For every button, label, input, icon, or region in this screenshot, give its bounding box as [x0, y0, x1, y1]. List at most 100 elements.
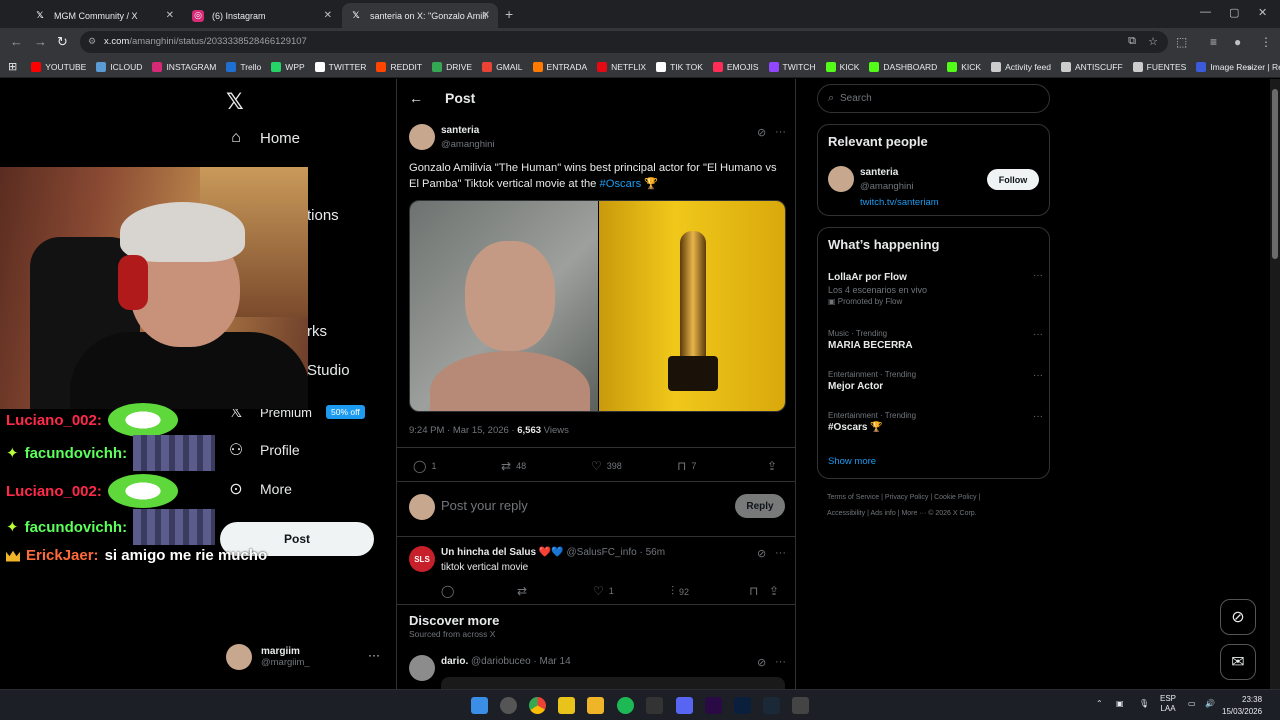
reply-author[interactable]: Un hincha del Salus ❤️💙 @SalusFC_info · …	[441, 547, 665, 558]
messages-fab-button[interactable]: ✉	[1220, 644, 1256, 680]
nav-creator-studio[interactable]: Studio	[307, 362, 350, 379]
profile-avatar-icon[interactable]: ●	[1234, 35, 1241, 49]
more-dots-icon[interactable]: ···	[775, 656, 786, 668]
tray-app-icon[interactable]: ▣	[1116, 699, 1124, 708]
post-media[interactable]	[409, 200, 786, 412]
page-scrollbar[interactable]	[1270, 79, 1280, 689]
hashtag-link[interactable]: #Oscars	[600, 178, 642, 190]
bookmark-item[interactable]: FUENTES	[1132, 61, 1186, 72]
app-icon[interactable]	[792, 697, 809, 714]
bookmark-item[interactable]: ANTISCUFF	[1060, 61, 1123, 72]
more-dots-icon[interactable]: ···	[1033, 411, 1043, 422]
bookmark-item[interactable]: INSTAGRAM	[152, 61, 216, 72]
discord-icon[interactable]	[676, 697, 693, 714]
premiere-icon[interactable]	[705, 697, 722, 714]
bookmark-item[interactable]: Trello	[226, 61, 261, 72]
chrome-icon[interactable]	[529, 697, 546, 714]
microphone-icon[interactable]: 🎙	[1139, 699, 1149, 708]
maximize-button[interactable]: ▢	[1229, 6, 1239, 19]
bookmark-item[interactable]: GMAIL	[482, 61, 523, 72]
trend-item[interactable]: LollaAr por Flow Los 4 escenarios en viv…	[828, 270, 1043, 306]
views-action[interactable]: ⫶ 92	[671, 584, 689, 599]
more-dots-icon[interactable]: ···	[1033, 370, 1043, 381]
close-tab-icon[interactable]: ✕	[166, 10, 174, 21]
close-tab-icon[interactable]: ✕	[482, 10, 490, 21]
back-arrow-icon[interactable]: ←	[409, 90, 423, 106]
bookmark-item[interactable]: REDDIT	[376, 61, 422, 72]
steam-icon[interactable]	[763, 697, 780, 714]
bookmark-action[interactable]: ⊓ 7	[677, 459, 696, 473]
cast-icon[interactable]: ⧉	[1128, 35, 1136, 48]
bookmark-item[interactable]: YOUTUBE	[31, 61, 86, 72]
nav-profile[interactable]: ⚇ Profile	[226, 440, 300, 460]
tray-overflow-icon[interactable]: ⌃	[1096, 699, 1103, 708]
apps-icon[interactable]: ⊞	[8, 60, 17, 73]
bookmark-item[interactable]: DRIVE	[432, 61, 472, 72]
bookmark-item[interactable]: DASHBOARD	[869, 61, 937, 72]
bookmark-item[interactable]: KICK	[825, 61, 859, 72]
show-more-link[interactable]: Show more	[828, 456, 876, 467]
file-explorer-icon[interactable]	[587, 697, 604, 714]
bookmark-item[interactable]: TWITCH	[768, 61, 816, 72]
site-info-icon[interactable]: ⚙	[88, 36, 96, 47]
app-icon[interactable]	[646, 697, 663, 714]
start-icon[interactable]	[471, 697, 488, 714]
bookmark-item[interactable]: TIK TOK	[656, 61, 703, 72]
tab-mgm-community[interactable]: 𝕏 MGM Community / X ✕	[26, 3, 182, 28]
search-box[interactable]: ⌕ Search	[817, 84, 1050, 113]
photoshop-icon[interactable]	[734, 697, 751, 714]
share-action[interactable]: ⇪	[769, 584, 784, 598]
account-switcher[interactable]: margiim @margiim_ ···	[226, 644, 386, 670]
bookmarks-overflow-icon[interactable]: »	[1247, 62, 1252, 72]
author-handle[interactable]: @amanghini	[441, 139, 494, 150]
language-indicator[interactable]: ESP LAA	[1160, 694, 1176, 714]
avatar[interactable]: SLS	[409, 546, 435, 572]
reply-button[interactable]: Reply	[735, 494, 785, 518]
bookmark-star-icon[interactable]: ☆	[1148, 35, 1158, 48]
bookmark-item[interactable]: WPP	[271, 61, 305, 72]
bookmark-item[interactable]: EMOJIS	[712, 61, 759, 72]
reload-icon[interactable]: ↻	[57, 34, 68, 50]
media-image-left[interactable]	[410, 201, 598, 411]
trend-item[interactable]: Music · Trending MARIA BECERRA ···	[828, 329, 1043, 351]
bookmark-item[interactable]: KICK	[947, 61, 981, 72]
repost-action[interactable]: ⇄	[517, 584, 532, 598]
bookmark-item[interactable]: Image Resizer | Resi...	[1196, 61, 1280, 72]
menu-icon[interactable]: ⋮	[1260, 35, 1272, 49]
like-action[interactable]: ♡ 398	[591, 459, 622, 473]
bookmark-item[interactable]: NETFLIX	[597, 61, 646, 72]
person-bio-link[interactable]: twitch.tv/santeriam	[860, 197, 939, 208]
discover-media-preview[interactable]	[441, 677, 785, 689]
nav-notifications[interactable]: tions	[307, 207, 339, 224]
forward-icon[interactable]: →	[34, 34, 47, 49]
close-window-button[interactable]: ✕	[1258, 6, 1267, 19]
repost-action[interactable]: ⇄ 48	[501, 459, 526, 473]
more-dots-icon[interactable]: ···	[775, 126, 786, 138]
back-icon[interactable]: ←	[10, 34, 23, 49]
bookmark-item[interactable]: TWITTER	[314, 61, 366, 72]
nav-more[interactable]: ⊙ More	[226, 479, 292, 499]
x-logo-icon[interactable]: 𝕏	[226, 89, 244, 115]
grok-icon[interactable]: ⊘	[757, 126, 766, 139]
grok-fab-button[interactable]: ⊘	[1220, 599, 1256, 635]
tab-instagram[interactable]: ◎ (6) Instagram ✕	[184, 3, 340, 28]
nav-bookmarks[interactable]: rks	[307, 323, 327, 340]
extensions-icon[interactable]: ⬚	[1176, 35, 1187, 49]
volume-icon[interactable]: 🔊	[1205, 699, 1215, 708]
spotify-icon[interactable]	[617, 697, 634, 714]
clock[interactable]: 23:38 15/03/2026	[1222, 694, 1262, 718]
more-dots-icon[interactable]: ···	[1033, 270, 1043, 281]
more-dots-icon[interactable]: ···	[775, 547, 786, 559]
tab-search-icon[interactable]: ≡	[1210, 35, 1217, 49]
nav-home[interactable]: ⌂ Home	[226, 129, 300, 147]
avatar[interactable]	[828, 166, 854, 192]
bookmark-item[interactable]: Activity feed	[991, 61, 1051, 72]
bookmark-item[interactable]: ICLOUD	[96, 61, 142, 72]
discover-author[interactable]: dario. @dariobuceo · Mar 14	[441, 656, 571, 667]
more-dots-icon[interactable]: ···	[1033, 329, 1043, 340]
grok-icon[interactable]: ⊘	[757, 547, 766, 560]
grok-icon[interactable]: ⊘	[757, 656, 766, 669]
person-name[interactable]: santeria	[860, 167, 898, 178]
reply-action[interactable]: ◯ 1	[413, 459, 436, 473]
new-tab-button[interactable]: +	[505, 6, 513, 22]
